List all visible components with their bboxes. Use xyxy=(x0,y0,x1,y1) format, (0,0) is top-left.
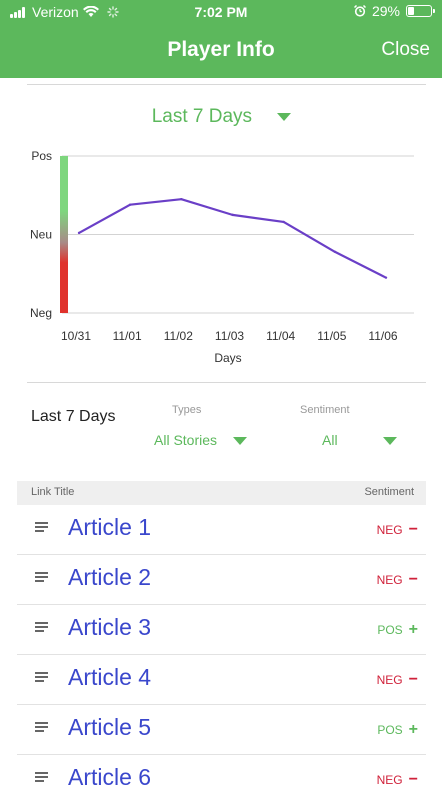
status-bar: Verizon 7:02 PM 29% xyxy=(0,0,442,24)
sentiment-scale-bar xyxy=(60,156,68,313)
types-dropdown[interactable]: All Stories xyxy=(154,432,247,448)
close-button[interactable]: Close xyxy=(381,39,430,61)
sentiment-series-line xyxy=(78,198,387,279)
list-item[interactable]: Article 1 NEG − xyxy=(17,505,426,555)
minus-icon: − xyxy=(408,671,418,688)
page-title: Player Info xyxy=(167,38,275,61)
sentiment-dropdown-value: All xyxy=(322,432,338,448)
sentiment-chart: Pos Neu Neg 10/31 11/01 11/02 11/03 11/04 11/05 1… xyxy=(30,149,414,365)
minus-icon: − xyxy=(408,521,418,538)
menu-icon xyxy=(35,522,48,532)
range-dropdown[interactable]: Last 7 Days xyxy=(17,106,426,128)
battery-percent: 29% xyxy=(371,3,400,19)
range-dropdown-label: Last 7 Days xyxy=(151,106,253,127)
sentiment-indicator: POS + xyxy=(377,721,418,739)
list-item[interactable]: Article 3 POS + xyxy=(17,605,426,655)
chevron-down-icon xyxy=(232,437,247,446)
sentiment-indicator: NEG − xyxy=(377,771,418,789)
sentiment-label: Sentiment xyxy=(300,404,350,416)
types-dropdown-value: All Stories xyxy=(154,432,218,448)
alarm-icon xyxy=(353,5,366,17)
article-title: Article 3 xyxy=(68,614,152,640)
sentiment-indicator: POS + xyxy=(377,621,418,639)
chevron-down-icon xyxy=(277,112,292,121)
y-tick-label: Neu xyxy=(30,228,52,242)
article-title: Article 4 xyxy=(68,664,152,690)
header-link-title: Link Title xyxy=(31,486,75,498)
sentiment-text: NEG xyxy=(376,773,403,787)
article-list: Article 1 NEG − Article 2 NEG − Article 3 … xyxy=(17,505,426,794)
plus-icon: + xyxy=(408,721,418,738)
list-item[interactable]: Article 2 NEG − xyxy=(17,555,426,605)
data-point xyxy=(282,220,285,224)
article-title: Article 2 xyxy=(68,564,152,590)
list-item[interactable]: Article 6 NEG − xyxy=(17,755,426,794)
article-title: Article 5 xyxy=(68,714,152,740)
sentiment-text: NEG xyxy=(376,573,403,587)
x-tick-label: 11/06 xyxy=(368,329,397,343)
x-axis-label: Days xyxy=(214,351,241,365)
plus-icon: + xyxy=(408,621,418,638)
filter-bar: Last 7 Days Types All Stories Sentiment … xyxy=(17,398,426,468)
x-tick-label: 11/02 xyxy=(164,329,193,343)
sentiment-indicator: NEG − xyxy=(377,521,418,539)
chevron-down-icon xyxy=(383,437,398,446)
menu-icon xyxy=(35,622,48,632)
menu-icon xyxy=(35,572,48,582)
filter-period: Last 7 Days xyxy=(31,408,116,425)
sentiment-dropdown[interactable]: All xyxy=(322,432,398,448)
x-tick-label: 11/04 xyxy=(266,329,295,343)
types-label: Types xyxy=(172,404,202,416)
data-point xyxy=(180,197,183,201)
sentiment-text: NEG xyxy=(376,673,403,687)
article-title: Article 6 xyxy=(68,764,152,790)
list-item[interactable]: Article 5 POS + xyxy=(17,705,426,755)
article-title: Article 1 xyxy=(68,514,152,540)
chart-divider xyxy=(27,382,426,383)
menu-icon xyxy=(35,722,48,732)
y-tick-label: Neg xyxy=(30,306,52,320)
battery-icon xyxy=(406,5,435,17)
status-right: 29% xyxy=(353,3,435,19)
menu-icon xyxy=(35,772,48,782)
list-item[interactable]: Article 4 NEG − xyxy=(17,655,426,705)
sentiment-indicator: NEG − xyxy=(377,671,418,689)
data-point xyxy=(231,213,234,217)
x-tick-label: 11/05 xyxy=(317,329,346,343)
y-tick-label: Pos xyxy=(31,149,52,163)
sentiment-indicator: NEG − xyxy=(377,571,418,589)
sentiment-text: POS xyxy=(377,723,403,737)
header-sentiment: Sentiment xyxy=(364,486,414,498)
sentiment-text: POS xyxy=(377,623,403,637)
x-tick-label: 10/31 xyxy=(61,329,91,343)
app-header: Verizon 7:02 PM 29% Player Info Close xyxy=(0,0,442,78)
x-tick-label: 11/03 xyxy=(215,329,244,343)
top-divider xyxy=(27,84,426,85)
data-point xyxy=(384,276,388,279)
menu-icon xyxy=(35,672,48,682)
data-point xyxy=(128,203,132,206)
minus-icon: − xyxy=(408,771,418,788)
data-point xyxy=(77,231,81,235)
sentiment-text: NEG xyxy=(376,523,403,537)
x-tick-label: 11/01 xyxy=(113,329,142,343)
list-header: Link Title Sentiment xyxy=(17,481,426,505)
player-info-content: Last 7 Days Pos Neu Neg 10/31 11/01 11/02 11/0… xyxy=(17,78,426,794)
data-point xyxy=(333,250,337,253)
minus-icon: − xyxy=(408,571,418,588)
